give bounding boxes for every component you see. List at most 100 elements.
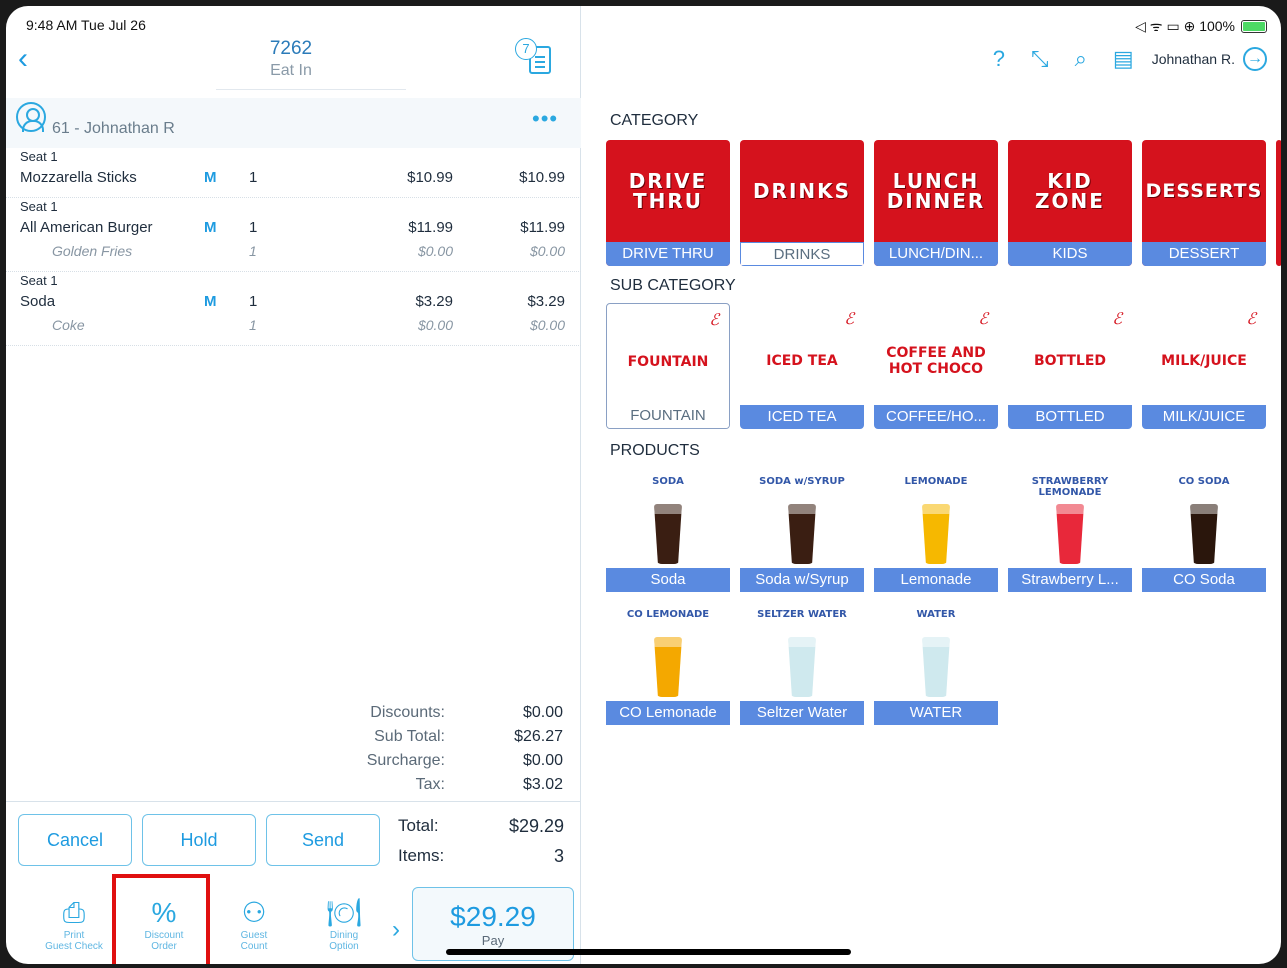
seat-label: Seat 1	[20, 273, 58, 288]
discounts-row: Discounts: $0.00	[6, 704, 581, 728]
category-tile[interactable]: DRINKS DRINKS	[740, 140, 864, 266]
cup-icon	[654, 637, 682, 697]
user-name: Johnathan R.	[1151, 51, 1235, 67]
category-tile-partial[interactable]	[1276, 140, 1281, 266]
sub-category-tile[interactable]: ℰ MILK/JUICE MILK/JUICE	[1142, 303, 1266, 429]
modifier-qty: 1	[249, 243, 257, 259]
dining-option-button[interactable]: 🍽 Dining Option	[306, 896, 382, 952]
seat-label: Seat 1	[20, 149, 58, 164]
back-chevron-icon[interactable]: ‹	[18, 44, 28, 74]
order-number: 7262	[269, 38, 313, 59]
home-indicator[interactable]	[446, 949, 851, 955]
category-label: DRIVE THRU	[606, 242, 730, 266]
category-art: KID ZONE	[1035, 169, 1105, 213]
print-guest-check-label: Print Guest Check	[45, 930, 103, 952]
subtotal-row: Sub Total: $26.27	[6, 728, 581, 752]
sub-category-tile[interactable]: ℰ BOTTLED BOTTLED	[1008, 303, 1132, 429]
sub-category-label: MILK/JUICE	[1142, 405, 1266, 429]
subtotal-value: $26.27	[514, 728, 563, 745]
user-icon	[16, 102, 46, 132]
product-tile[interactable]: LEMONADE Lemonade	[874, 468, 998, 592]
item-qty: 1	[249, 219, 258, 236]
order-line[interactable]: Soda M 1 $3.29 $3.29	[6, 289, 581, 313]
modifier-line[interactable]: Coke 1 $0.00 $0.00	[6, 313, 581, 337]
logout-icon[interactable]: →	[1243, 47, 1267, 71]
item-name: Soda	[20, 293, 56, 310]
battery-icon	[1241, 20, 1267, 33]
product-art-name: CO LEMONADE	[626, 609, 710, 620]
print-guest-check-button[interactable]: ⎙ Print Guest Check	[36, 896, 112, 952]
modifier-badge[interactable]: M	[204, 293, 217, 310]
sub-category-art: FOUNTAIN	[627, 354, 709, 370]
seat-receipt-button[interactable]: 7	[515, 38, 559, 78]
product-tile[interactable]: SELTZER WATER Seltzer Water	[740, 601, 864, 725]
search-icon[interactable]: ⌕	[1075, 46, 1087, 72]
modifier-qty: 1	[249, 317, 257, 333]
product-tile[interactable]: CO LEMONADE CO Lemonade	[606, 601, 730, 725]
discounts-value: $0.00	[522, 704, 563, 721]
category-tile[interactable]: DESSERTS DESSERT	[1142, 140, 1266, 266]
order-type[interactable]: Eat In	[206, 62, 376, 80]
surcharge-row: Surcharge: $0.00	[6, 752, 581, 776]
tax-row: Tax: $3.02	[6, 776, 581, 800]
modifier-total: $0.00	[529, 243, 565, 259]
item-total: $11.99	[520, 219, 565, 236]
product-tile[interactable]: SODA Soda	[606, 468, 730, 592]
product-tile[interactable]: SODA w/SYRUP Soda w/Syrup	[740, 468, 864, 592]
sub-category-label: BOTTLED	[1008, 405, 1132, 429]
modifier-badge[interactable]: M	[204, 219, 217, 236]
cancel-button[interactable]: Cancel	[18, 814, 132, 866]
hold-button[interactable]: Hold	[142, 814, 256, 866]
surcharge-label: Surcharge:	[366, 752, 445, 769]
sub-category-art: MILK/JUICE	[1161, 353, 1247, 369]
more-options-icon[interactable]: •••	[532, 106, 558, 132]
product-tile[interactable]: STRAWBERRY LEMONADE Strawberry L...	[1008, 468, 1132, 592]
subtotal-label: Sub Total:	[374, 728, 445, 745]
help-icon[interactable]: ?	[993, 46, 1005, 72]
cup-icon	[788, 637, 816, 697]
modifier-badge[interactable]: M	[204, 169, 217, 186]
product-art-name: LEMONADE	[904, 476, 968, 487]
sub-category-tile[interactable]: ℰ FOUNTAIN FOUNTAIN	[606, 303, 730, 429]
sub-category-tile[interactable]: ℰ ICED TEA ICED TEA	[740, 303, 864, 429]
product-label: Seltzer Water	[740, 701, 864, 725]
product-art-name: SELTZER WATER	[757, 609, 847, 620]
guest-count-button[interactable]: ⚇ Guest Count	[216, 896, 292, 952]
modifier-line[interactable]: Golden Fries 1 $0.00 $0.00	[6, 239, 581, 263]
modifier-price: $0.00	[417, 317, 453, 333]
product-tile[interactable]: WATER WATER	[874, 601, 998, 725]
document-icon[interactable]: ▤	[1113, 46, 1134, 72]
printer-icon: ⎙	[62, 897, 86, 928]
total-value: $29.29	[508, 816, 564, 836]
category-tile[interactable]: LUNCH DINNER LUNCH/DIN...	[874, 140, 998, 266]
category-tile[interactable]: KID ZONE KIDS	[1008, 140, 1132, 266]
items-value: 3	[553, 846, 564, 866]
item-total: $3.29	[527, 293, 565, 310]
order-group[interactable]: Seat 1 All American Burger M 1 $11.99 $1…	[6, 199, 581, 272]
order-summary: Discounts: $0.00 Sub Total: $26.27 Surch…	[6, 704, 581, 800]
product-tile[interactable]: CO SODA CO Soda	[1142, 468, 1266, 592]
sub-category-title: SUB CATEGORY	[610, 277, 736, 294]
pay-label: Pay	[481, 933, 505, 948]
chevron-right-icon[interactable]: ›	[392, 916, 400, 944]
order-group[interactable]: Seat 1 Soda M 1 $3.29 $3.29 Coke 1 $0.00…	[6, 273, 581, 346]
resize-icon[interactable]: ⤡	[1031, 46, 1049, 72]
order-line[interactable]: All American Burger M 1 $11.99 $11.99	[6, 215, 581, 239]
category-label: DRINKS	[740, 242, 864, 266]
send-button[interactable]: Send	[266, 814, 380, 866]
category-tile[interactable]: DRIVE THRU DRIVE THRU	[606, 140, 730, 266]
order-group[interactable]: Seat 1 Mozzarella Sticks M 1 $10.99 $10.…	[6, 149, 581, 198]
order-line[interactable]: Mozzarella Sticks M 1 $10.99 $10.99	[6, 165, 581, 189]
surcharge-value: $0.00	[522, 752, 563, 769]
total-label: Total:	[398, 816, 439, 835]
cup-icon	[1190, 504, 1218, 564]
sub-category-tile[interactable]: ℰ COFFEE AND HOT CHOCO COFFEE/HO...	[874, 303, 998, 429]
item-total: $10.99	[519, 169, 565, 186]
category-art: DRINKS	[752, 179, 852, 203]
product-label: WATER	[874, 701, 998, 725]
seat-count-badge: 7	[515, 38, 537, 60]
dining-option-label: Dining Option	[329, 930, 359, 952]
order-panel: ‹ 7262 Eat In 7 61 - Johnathan R ••• Sea…	[6, 6, 581, 964]
items-label: Items:	[398, 846, 445, 865]
sub-category-art: COFFEE AND HOT CHOCO	[886, 345, 986, 377]
